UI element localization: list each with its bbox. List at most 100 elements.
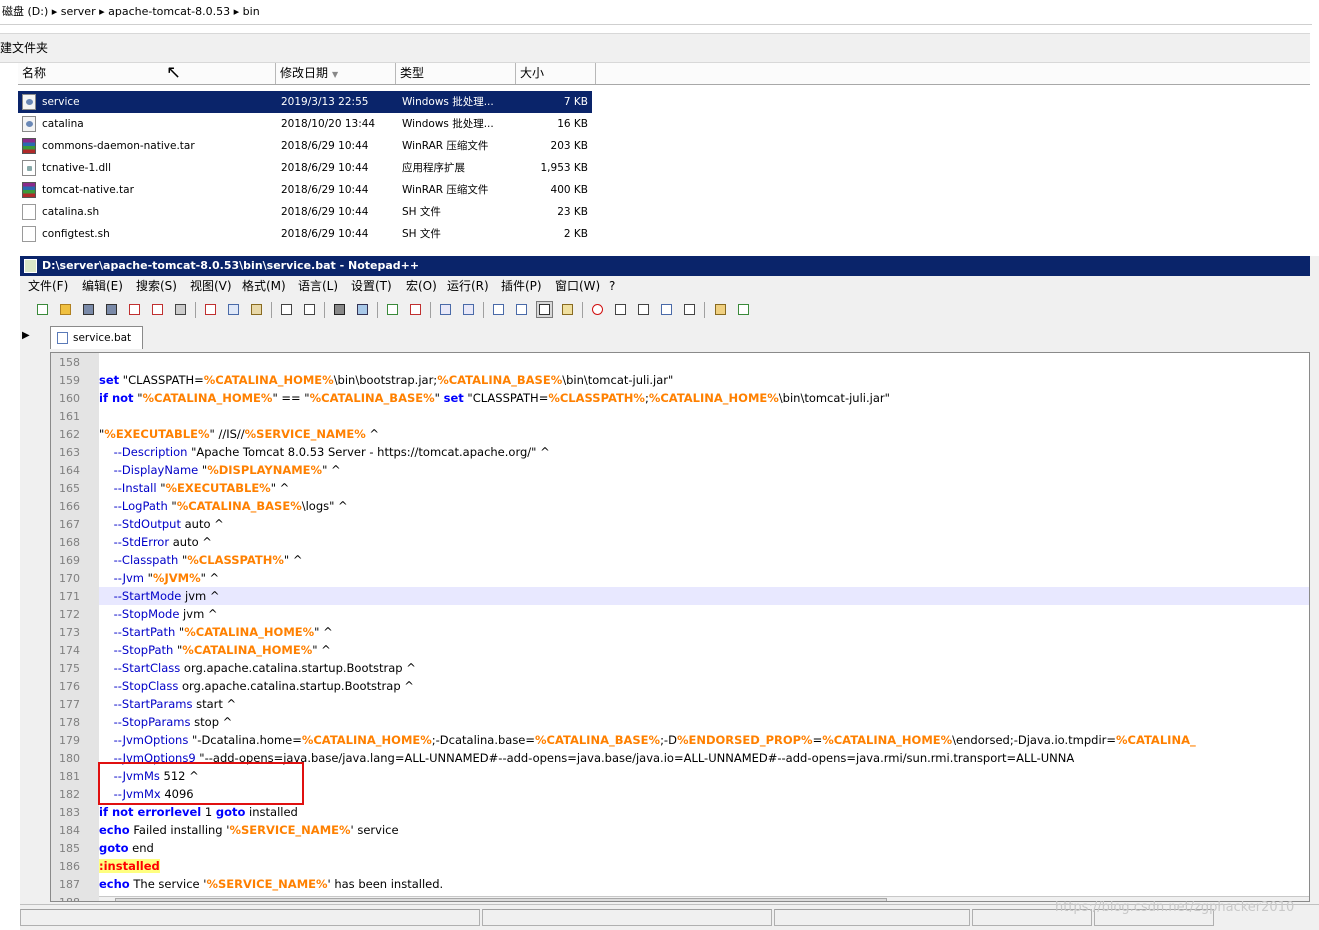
saved-file-icon xyxy=(57,332,68,344)
copy-button[interactable] xyxy=(225,301,242,318)
address-bar[interactable]: 磁盘 (D:) ▸ server ▸ apache-tomcat-8.0.53 … xyxy=(0,0,1312,25)
code-line-165: --Install "%EXECUTABLE%" ^ xyxy=(113,481,290,495)
toolbar-separator xyxy=(483,302,484,318)
window-title-bar[interactable]: D:\server\apache-tomcat-8.0.53\bin\servi… xyxy=(20,256,1310,276)
close-icon xyxy=(129,304,140,315)
line-number: 180 xyxy=(59,752,80,765)
line-number: 179 xyxy=(59,734,80,747)
menu-item-1[interactable]: 编辑(E) xyxy=(82,276,123,296)
code-line-172: --StopMode jvm ^ xyxy=(113,607,218,621)
undo-button[interactable] xyxy=(278,301,295,318)
rar-archive-icon xyxy=(22,138,36,154)
file-size: 7 KB xyxy=(563,96,588,108)
close-all-button[interactable] xyxy=(149,301,166,318)
run-macro-multiple-button[interactable] xyxy=(658,301,675,318)
line-number: 181 xyxy=(59,770,80,783)
copy-icon xyxy=(228,304,239,315)
toolbar-separator xyxy=(430,302,431,318)
file-size: 23 KB xyxy=(557,206,588,218)
editor-area[interactable]: 158 159 160 161 162 163 164 165 166 167 168 169 170 1… xyxy=(50,352,1310,902)
menu-item-3[interactable]: 视图(V) xyxy=(190,276,232,296)
column-date[interactable]: 修改日期 ▼ xyxy=(276,63,396,84)
menu-item-7[interactable]: 宏(O) xyxy=(406,276,437,296)
column-name[interactable]: 名称 xyxy=(18,63,276,84)
doc-map-button[interactable] xyxy=(559,301,576,318)
line-number: 186 xyxy=(59,860,80,873)
code-line-169: --Classpath "%CLASSPATH%" ^ xyxy=(113,553,303,567)
replace-button[interactable] xyxy=(354,301,371,318)
open-file-button[interactable] xyxy=(57,301,74,318)
scrollbar-thumb[interactable] xyxy=(115,898,887,901)
line-number: 176 xyxy=(59,680,80,693)
word-wrap-button[interactable] xyxy=(490,301,507,318)
menu-item-11[interactable]: ? xyxy=(609,276,615,296)
menu-item-6[interactable]: 设置(T) xyxy=(351,276,392,296)
save-button[interactable] xyxy=(80,301,97,318)
redo-button[interactable] xyxy=(301,301,318,318)
file-type: SH 文件 xyxy=(402,206,441,218)
sync-horizontal-button[interactable] xyxy=(460,301,477,318)
file-row-partial[interactable] xyxy=(18,245,592,253)
new-folder-button[interactable]: 建文件夹 xyxy=(0,41,48,55)
print-icon xyxy=(175,304,186,315)
print-button[interactable] xyxy=(172,301,189,318)
spell-check-button[interactable] xyxy=(735,301,752,318)
code-line-187: echo The service '%SERVICE_NAME%' has be… xyxy=(99,877,444,891)
new-file-button[interactable] xyxy=(34,301,51,318)
replace-icon xyxy=(357,304,368,315)
file-size: 400 KB xyxy=(550,184,588,196)
column-size[interactable]: 大小 xyxy=(516,63,596,84)
paste-button[interactable] xyxy=(248,301,265,318)
scroll-left-icon[interactable]: ◀ xyxy=(100,898,114,901)
mouse-cursor-icon: ↖ xyxy=(166,62,182,83)
code-line-175: --StartClass org.apache.catalina.startup… xyxy=(113,661,416,675)
record-macro-icon xyxy=(592,304,603,315)
menu-item-2[interactable]: 搜索(S) xyxy=(136,276,177,296)
menu-item-9[interactable]: 插件(P) xyxy=(501,276,542,296)
find-button[interactable] xyxy=(331,301,348,318)
file-name: commons-daemon-native.tar xyxy=(42,140,195,152)
line-number: 171 xyxy=(59,590,80,603)
file-size: 2 KB xyxy=(563,228,588,240)
zoom-in-button[interactable] xyxy=(384,301,401,318)
indent-guide-icon xyxy=(539,304,550,315)
play-macro-button[interactable] xyxy=(635,301,652,318)
show-all-chars-button[interactable] xyxy=(513,301,530,318)
zoom-out-button[interactable] xyxy=(407,301,424,318)
line-number: 183 xyxy=(59,806,80,819)
new-file-icon xyxy=(37,304,48,315)
open-file-icon xyxy=(60,304,71,315)
file-row[interactable]: catalina.sh 2018/6/29 10:44 SH 文件 23 KB xyxy=(18,201,592,223)
code-line-184: echo Failed installing '%SERVICE_NAME%' … xyxy=(99,823,399,837)
menu-item-0[interactable]: 文件(F) xyxy=(28,276,68,296)
close-button[interactable] xyxy=(126,301,143,318)
toolbar-separator xyxy=(271,302,272,318)
save-macro-button[interactable] xyxy=(681,301,698,318)
play-macro-icon xyxy=(638,304,649,315)
tab-service-bat[interactable]: service.bat xyxy=(50,326,143,349)
menu-item-10[interactable]: 窗口(W) xyxy=(555,276,600,296)
save-all-button[interactable] xyxy=(103,301,120,318)
column-type[interactable]: 类型 xyxy=(396,63,516,84)
indent-guide-button[interactable] xyxy=(536,301,553,318)
sync-vertical-button[interactable] xyxy=(437,301,454,318)
menu-item-5[interactable]: 语言(L) xyxy=(298,276,338,296)
stop-macro-button[interactable] xyxy=(612,301,629,318)
file-row[interactable]: commons-daemon-native.tar 2018/6/29 10:44… xyxy=(18,135,592,157)
menu-item-8[interactable]: 运行(R) xyxy=(447,276,489,296)
file-row[interactable]: catalina 2018/10/20 13:44 Windows 批处理... 16… xyxy=(18,113,592,135)
file-row[interactable]: tomcat-native.tar 2018/6/29 10:44 WinRAR 压… xyxy=(18,179,592,201)
file-row[interactable]: configtest.sh 2018/6/29 10:44 SH 文件 2 KB xyxy=(18,223,592,245)
tab-scroll-arrow-icon[interactable]: ▶ xyxy=(22,330,30,341)
file-size: 16 KB xyxy=(557,118,588,130)
record-macro-button[interactable] xyxy=(589,301,606,318)
file-row[interactable]: tcnative-1.dll 2018/6/29 10:44 应用程序扩展 1,953… xyxy=(18,157,592,179)
file-row[interactable]: service 2019/3/13 22:55 Windows 批处理... 7 KB xyxy=(18,91,592,113)
highlight-annotation-box xyxy=(98,762,304,805)
code-line-178: --StopParams stop ^ xyxy=(113,715,233,729)
menu-item-4[interactable]: 格式(M) xyxy=(242,276,286,296)
launch-browser-button[interactable] xyxy=(712,301,729,318)
show-all-chars-icon xyxy=(516,304,527,315)
cut-button[interactable] xyxy=(202,301,219,318)
code-line-167: --StdOutput auto ^ xyxy=(113,517,224,531)
